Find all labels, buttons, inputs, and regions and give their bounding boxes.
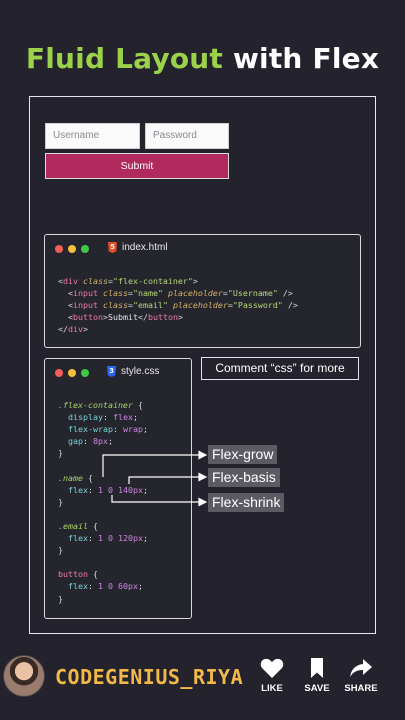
flex-grow-label: Flex-grow: [208, 445, 278, 464]
like-button[interactable]: LIKE: [252, 657, 292, 694]
flex-basis-label: Flex-basis: [208, 468, 280, 487]
flex-shrink-label: Flex-shrink: [208, 493, 285, 512]
avatar[interactable]: [3, 655, 45, 697]
channel-name[interactable]: CODEGENIUS_RIYA: [55, 665, 243, 689]
share-label: SHARE: [344, 683, 378, 694]
save-label: SAVE: [304, 683, 330, 694]
heart-icon: [260, 658, 284, 678]
bookmark-icon: [311, 658, 323, 678]
like-label: LIKE: [261, 683, 283, 694]
share-arrow-icon: [350, 659, 372, 677]
footer-bar: CODEGENIUS_RIYA LIKE SAVE SHARE: [0, 645, 405, 720]
annotation-arrows: [102, 450, 208, 507]
save-button[interactable]: SAVE: [297, 657, 337, 694]
share-button[interactable]: SHARE: [341, 657, 381, 694]
